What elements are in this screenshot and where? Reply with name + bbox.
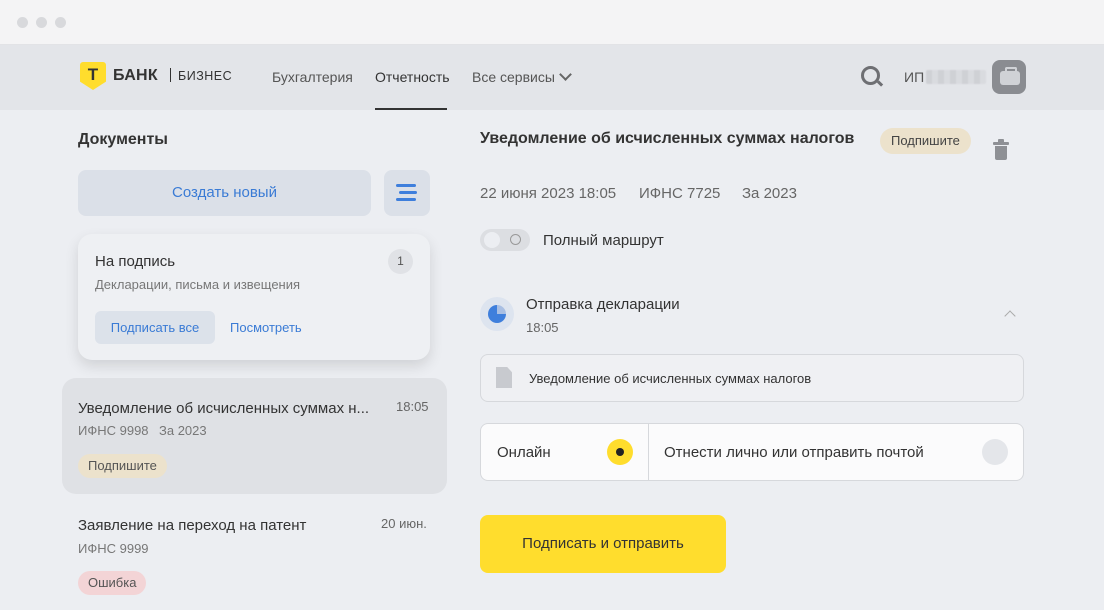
logo-separator [170, 68, 171, 82]
status-badge: Ошибка [78, 571, 147, 595]
nav-item-accounting[interactable]: Бухгалтерия [272, 69, 353, 85]
active-nav-underline [375, 108, 447, 110]
trash-icon[interactable] [993, 139, 1009, 160]
pending-card-subtitle: Декларации, письма и извещения [95, 277, 301, 292]
step-title: Отправка декларации [526, 296, 680, 313]
app-header: Т БАНК БИЗНЕС Бухгалтерия Отчетность Все… [0, 45, 1104, 110]
pending-count-badge: 1 [388, 249, 413, 274]
toggle-knob [484, 232, 500, 248]
options-divider [648, 424, 649, 480]
delivery-options: Онлайн Отнести лично или отправить почто… [480, 423, 1024, 481]
create-new-button[interactable]: Создать новый [78, 170, 371, 216]
window-dot[interactable] [55, 17, 66, 28]
pending-signature-card: На подпись Декларации, письма и извещени… [78, 234, 430, 360]
logo-bank: БАНК [113, 67, 158, 84]
view-link[interactable]: Посмотреть [230, 320, 302, 335]
full-route-toggle[interactable] [480, 229, 530, 251]
option-online-radio[interactable] [607, 439, 633, 465]
option-paper-label[interactable]: Отнести лично или отправить почтой [664, 444, 924, 461]
doc-time: 20 июн. [381, 516, 427, 531]
step-time: 18:05 [526, 320, 559, 335]
full-route-label: Полный маршрут [543, 232, 664, 249]
window-dot[interactable] [36, 17, 47, 28]
doc-title: Уведомление об исчисленных суммах н... [78, 400, 370, 417]
window-dot[interactable] [17, 17, 28, 28]
option-paper-radio[interactable] [982, 439, 1008, 465]
nav-item-reporting[interactable]: Отчетность [375, 69, 450, 85]
doc-period: За 2023 [159, 423, 207, 438]
attached-file[interactable]: Уведомление об исчисленных суммах налого… [480, 354, 1024, 402]
status-badge: Подпишите [78, 454, 167, 478]
doc-time: 18:05 [396, 399, 429, 414]
nav-item-all-services-label: Все сервисы [472, 69, 555, 85]
doc-title: Заявление на переход на патент [78, 517, 307, 534]
doc-agency: ИФНС 9998 [78, 423, 149, 438]
documents-title: Документы [78, 131, 168, 148]
list-item[interactable]: Заявление на переход на патент 20 июн. И… [62, 494, 447, 610]
sign-all-button[interactable]: Подписать все [95, 311, 215, 344]
list-item[interactable]: Уведомление об исчисленных суммах н... 1… [62, 378, 447, 494]
status-badge: Подпишите [880, 128, 971, 154]
sign-and-send-button[interactable]: Подписать и отправить [480, 515, 726, 573]
search-icon[interactable] [861, 66, 880, 85]
doc-agency: ИФНС 7725 [639, 185, 721, 202]
document-icon [496, 367, 512, 388]
file-name: Уведомление об исчисленных суммах налого… [529, 371, 812, 386]
logo-shield-icon[interactable]: Т [80, 62, 106, 90]
progress-pie-icon [480, 297, 514, 331]
toggle-off-indicator [510, 234, 521, 245]
page-title: Уведомление об исчисленных суммах налого… [480, 130, 855, 147]
logo-business: БИЗНЕС [178, 69, 233, 83]
doc-period: За 2023 [742, 185, 797, 202]
filter-button[interactable] [384, 170, 430, 216]
user-prefix: ИП [904, 69, 925, 85]
browser-titlebar [0, 0, 1104, 45]
user-name-redacted [926, 70, 986, 84]
chevron-up-icon[interactable] [1004, 310, 1016, 322]
avatar[interactable] [992, 60, 1026, 94]
pending-card-title: На подпись [95, 253, 176, 270]
doc-agency: ИФНС 9999 [78, 541, 149, 556]
briefcase-icon-body [1000, 71, 1020, 85]
doc-date: 22 июня 2023 18:05 [480, 185, 617, 202]
option-online-label[interactable]: Онлайн [497, 444, 551, 461]
chevron-down-icon [559, 68, 572, 81]
logo-letter: Т [87, 65, 99, 84]
nav-item-all-services[interactable]: Все сервисы [472, 68, 572, 85]
